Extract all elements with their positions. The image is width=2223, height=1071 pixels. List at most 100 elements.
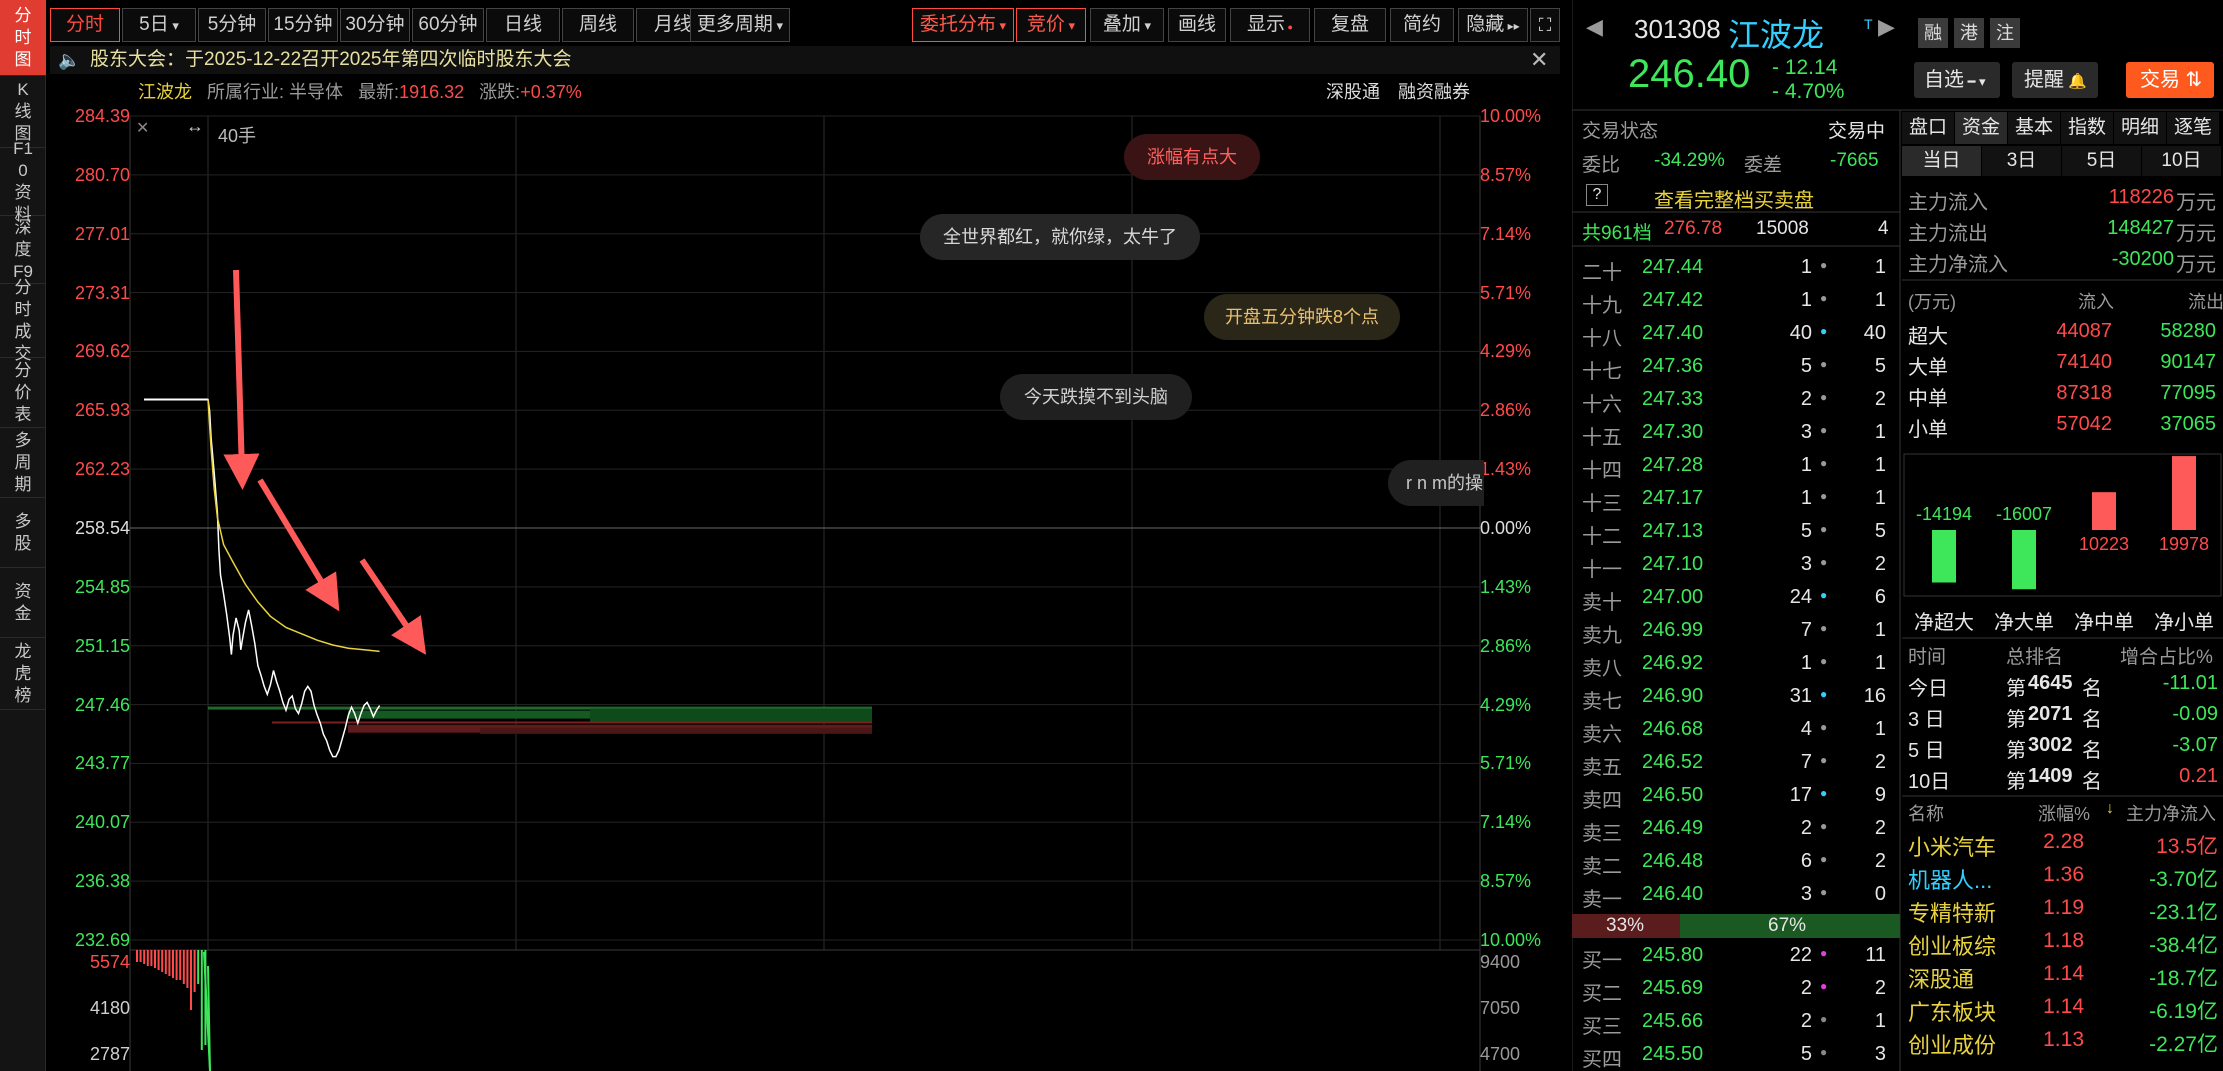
tool-button-6[interactable]: 简约 [1390, 8, 1454, 42]
tool-button-4[interactable]: 显示 ● [1230, 8, 1310, 42]
pct-tick: 2.86% [1480, 400, 1532, 421]
left-tab-3[interactable]: 深度F9 [0, 216, 46, 284]
rank-value: 1409 [2028, 765, 2073, 787]
comment-bubble[interactable]: 涨幅有点大 [1124, 134, 1260, 180]
sort-down-icon[interactable]: ↓ [2106, 800, 2114, 818]
bid-price: 245.80 [1642, 944, 1704, 966]
bid-level-label: 买二 [1582, 983, 1622, 1005]
comment-bubble[interactable]: 开盘五分钟跌8个点 [1204, 294, 1400, 340]
left-tab-9[interactable]: 龙虎榜 [0, 638, 46, 710]
fund-period-0[interactable]: 当日 [1902, 146, 1981, 176]
sector-name[interactable]: 专精特新 [1908, 896, 1996, 928]
dot-icon: ● [1820, 423, 1828, 437]
wb-value: -34.29% [1654, 150, 1725, 171]
link-hk-connect[interactable]: 深股通 [1326, 80, 1380, 104]
period-tab-4[interactable]: 30分钟 [340, 8, 410, 42]
volume-bar [193, 950, 196, 992]
fund-period-2[interactable]: 5日 [2062, 146, 2141, 176]
ask-count: 2 [1874, 850, 1886, 872]
net-flow-bar [2012, 530, 2036, 590]
watchlist-button[interactable]: 自选 ━ ▾ [1914, 62, 2000, 98]
period-tab-1[interactable]: 5日 ▾ [122, 8, 196, 42]
alert-button[interactable]: 提醒 🔔 [2012, 62, 2098, 98]
price-tick: 247.46 [74, 694, 130, 715]
sector-head: 主力净流入 [2126, 804, 2216, 824]
sector-name[interactable]: 机器人... [1908, 863, 1992, 895]
fullscreen-icon[interactable]: ⛶ [1530, 8, 1560, 42]
sector-name[interactable]: 深股通 [1908, 962, 1974, 994]
sector-name[interactable]: 小米汽车 [1908, 830, 1996, 862]
ask-count: 1 [1874, 619, 1886, 641]
sector-pct: 1.14 [2043, 995, 2084, 1018]
volume-bar [182, 950, 185, 984]
dot-icon: ● [1820, 819, 1828, 833]
trade-button[interactable]: 交易 ⇅ [2126, 62, 2214, 98]
left-tab-2[interactable]: F10资料 [0, 139, 46, 224]
stock-name-header: 江波龙 [1728, 17, 1825, 53]
announcement-bar[interactable]: 股东大会：于2025-12-22召开2025年第四次临时股东大会 [50, 46, 1560, 74]
fund-period-3[interactable]: 10日 [2142, 146, 2221, 176]
dot-icon: ● [1820, 687, 1828, 701]
wc-label: 委差 [1744, 155, 1783, 176]
tool-button-0[interactable]: 委托分布 ▾ [912, 8, 1014, 42]
ask-volume: 40 [1789, 322, 1812, 344]
sector-name[interactable]: 广东板块 [1908, 995, 1996, 1027]
ask-price: 246.48 [1642, 850, 1704, 872]
fund-tab-3[interactable]: 指数 [2061, 112, 2113, 144]
comment-bubble[interactable]: 全世界都红，就你绿，太牛了 [920, 214, 1200, 260]
intraday-chart[interactable]: 284.39 10.00% 280.70 8.57% 277.01 7.14% 273.31… [50, 106, 1560, 1071]
period-tab-9[interactable]: 更多周期 ▾ [690, 8, 790, 42]
tool-button-7[interactable]: 隐藏 ▸▸ [1458, 8, 1528, 42]
tool-button-5[interactable]: 复盘 [1314, 8, 1386, 42]
period-tab-5[interactable]: 60分钟 [412, 8, 484, 42]
left-tab-label: 分价表 [14, 360, 32, 424]
left-tab-label: 分时成交 [14, 277, 32, 363]
full-book-link[interactable]: 查看完整档买卖盘 [1654, 184, 1814, 213]
fund-period-1[interactable]: 3日 [1982, 146, 2061, 176]
sector-name[interactable]: 创业成份 [1908, 1028, 1996, 1060]
ask-count: 16 [1863, 685, 1886, 707]
left-tab-4[interactable]: 分时成交 [0, 278, 46, 363]
dot-icon: ● [1820, 456, 1828, 470]
next-stock-icon[interactable]: ▶ [1878, 14, 1895, 40]
period-tab-2[interactable]: 5分钟 [198, 8, 266, 42]
sector-name[interactable]: 创业板综 [1908, 929, 1996, 961]
ask-count: 1 [1874, 421, 1886, 443]
badge-2[interactable]: 注 [1990, 18, 2020, 48]
resize-icon[interactable]: ↔ [186, 116, 204, 137]
fund-row-out: 90147 [2160, 351, 2216, 373]
prev-stock-icon[interactable]: ◀ [1586, 14, 1603, 40]
fund-tab-0[interactable]: 盘口 [1902, 112, 1954, 144]
badge-1[interactable]: 港 [1954, 18, 1984, 48]
tool-button-3[interactable]: 画线 [1168, 8, 1226, 42]
tool-button-1[interactable]: 竞价 ▾ [1016, 8, 1086, 42]
buy-ratio: 67% [1768, 915, 1807, 936]
rank-pct: -0.09 [2172, 703, 2218, 725]
tool-label: 显示 [1247, 14, 1286, 35]
fund-tab-2[interactable]: 基本 [2008, 112, 2060, 144]
fund-tab-5[interactable]: 逐笔 [2167, 112, 2219, 144]
comment-bubble[interactable]: 今天跌摸不到头脑 [1000, 374, 1192, 420]
tool-button-2[interactable]: 叠加 ▾ [1090, 8, 1164, 42]
average-price-line [207, 399, 380, 653]
net-flow-bar [2092, 492, 2116, 530]
fund-table-head: 流入 [2078, 292, 2114, 312]
link-margin[interactable]: 融资融券 [1398, 80, 1470, 104]
badge-0[interactable]: 融 [1918, 18, 1948, 48]
change-percent: - 4.70% [1772, 80, 1845, 103]
period-tab-0[interactable]: 分时 [50, 8, 120, 42]
left-tab-8[interactable]: 资金 [0, 568, 46, 638]
fund-tab-1[interactable]: 资金 [1955, 112, 2007, 144]
left-tab-5[interactable]: 分价表 [0, 358, 46, 428]
comment-bubble[interactable]: r n m的操 [1388, 460, 1484, 506]
left-tab-7[interactable]: 多股 [0, 498, 46, 568]
left-tab-6[interactable]: 多周期 [0, 428, 46, 498]
help-icon[interactable]: ? [1586, 184, 1608, 206]
period-tab-6[interactable]: 日线 [486, 8, 560, 42]
left-tab-0[interactable]: 分时图 [0, 0, 46, 76]
close-icon[interactable]: ✕ [1530, 46, 1554, 74]
close-icon[interactable]: ✕ [136, 118, 149, 138]
period-tab-3[interactable]: 15分钟 [268, 8, 338, 42]
fund-tab-4[interactable]: 明细 [2114, 112, 2166, 144]
period-tab-7[interactable]: 周线 [562, 8, 634, 42]
